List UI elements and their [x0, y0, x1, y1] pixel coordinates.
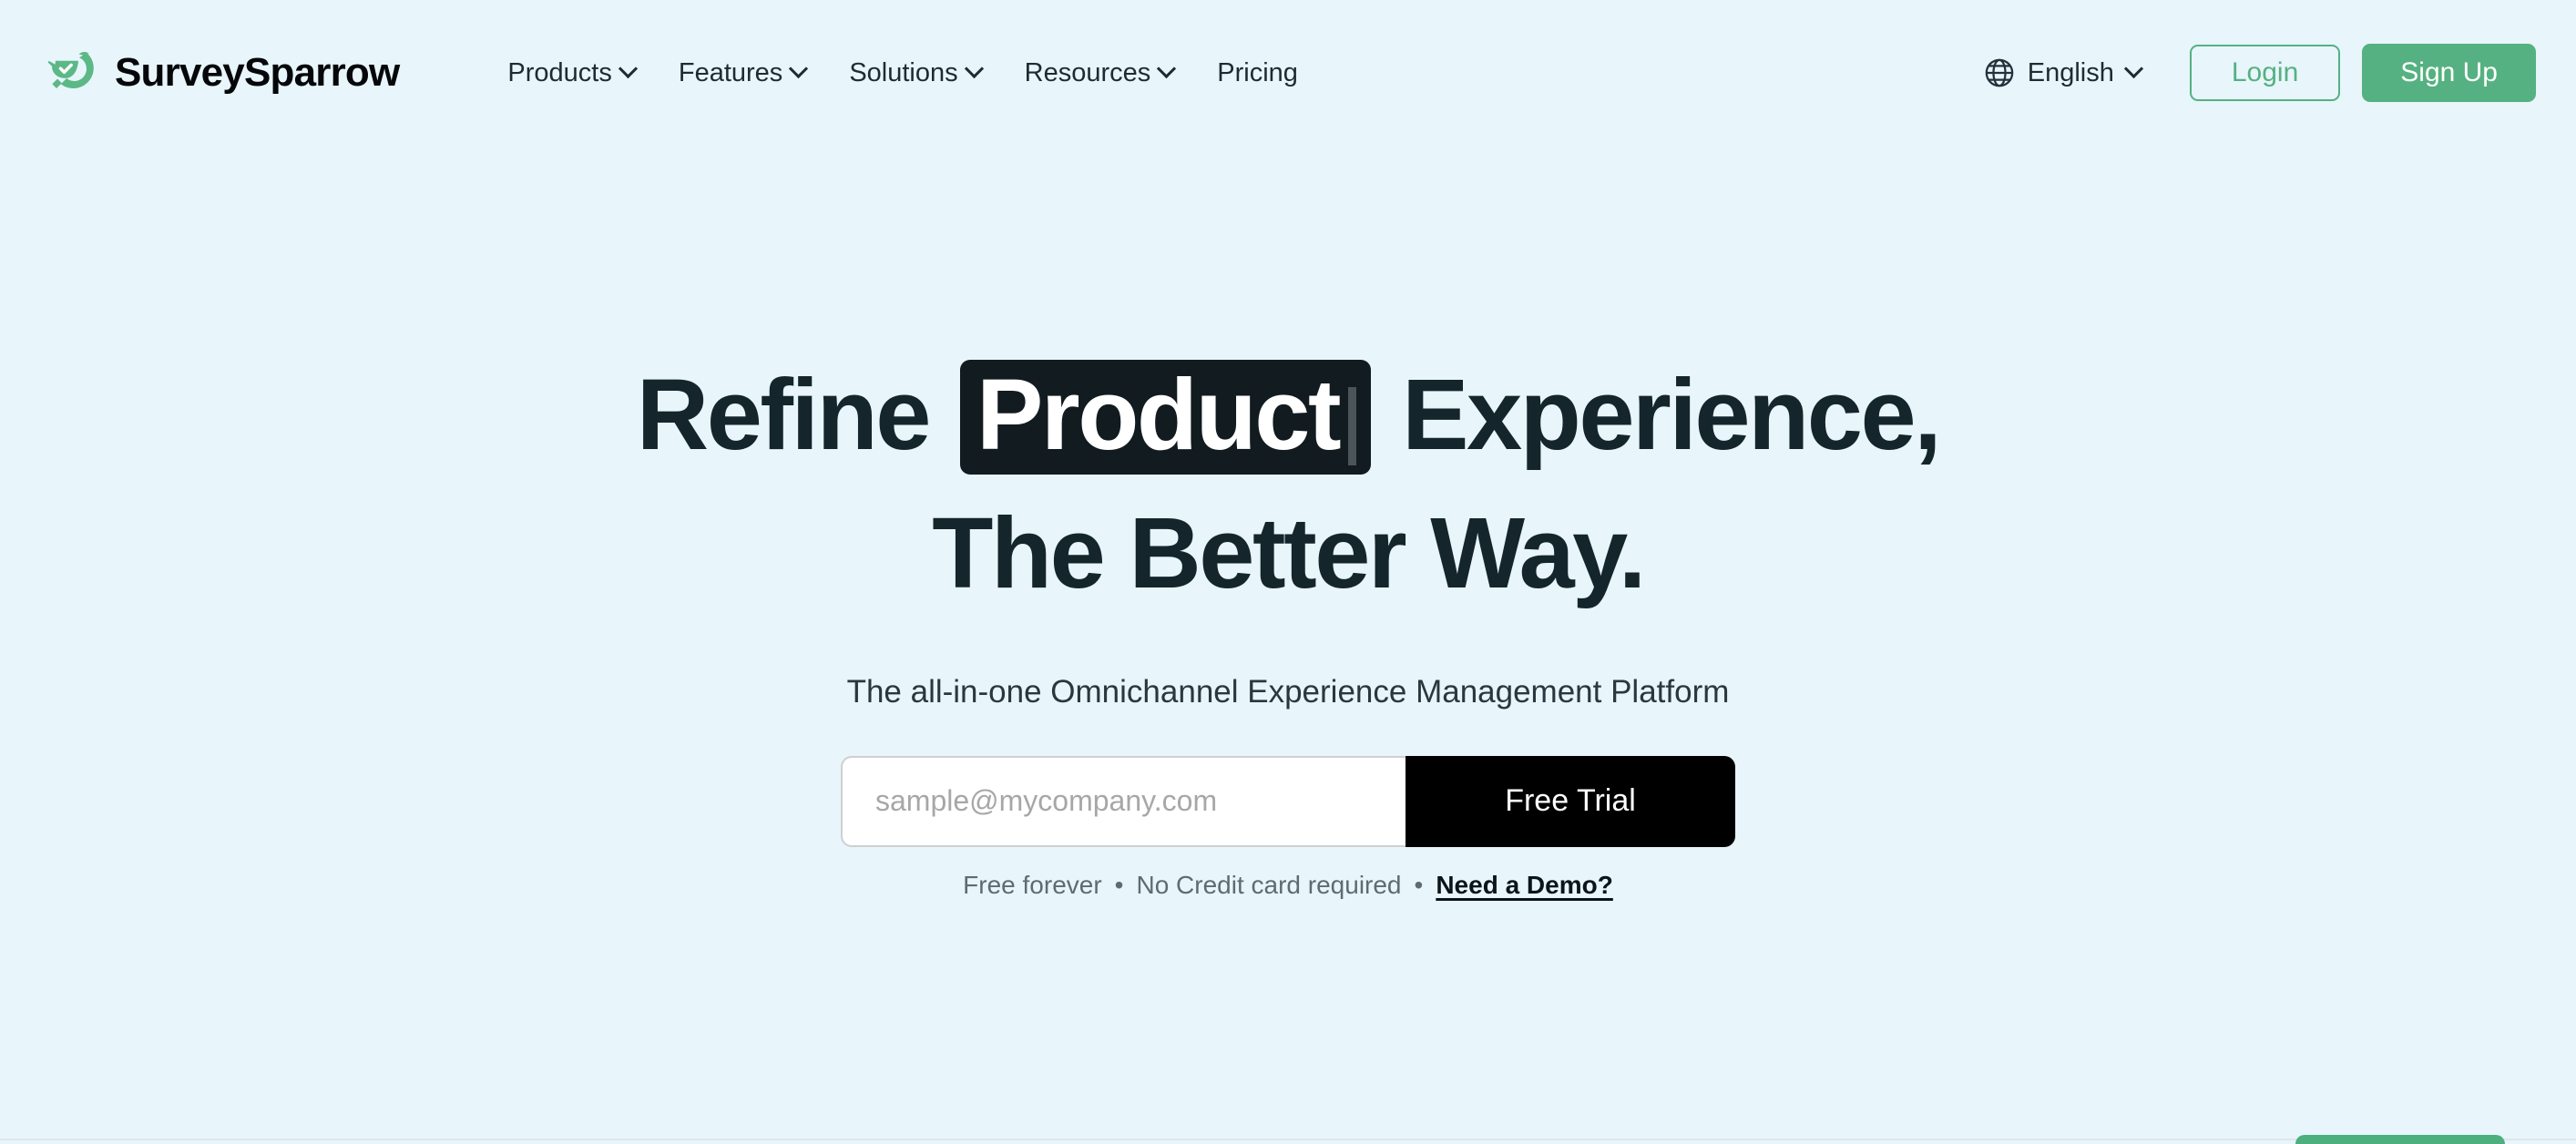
- email-field[interactable]: [841, 755, 1406, 847]
- typing-caret-icon: [1348, 387, 1357, 465]
- nav-item-label: Products: [507, 57, 612, 87]
- login-button[interactable]: Login: [2189, 45, 2341, 101]
- globe-icon: [1984, 57, 2015, 88]
- hero-subtitle: The all-in-one Omnichannel Experience Ma…: [846, 673, 1730, 710]
- chevron-down-icon: [1157, 58, 1177, 78]
- chevron-down-icon: [789, 58, 809, 78]
- language-selector[interactable]: English: [1966, 48, 2159, 97]
- language-label: English: [2027, 57, 2114, 87]
- main-navigation: Products Features Solutions Resources Pr…: [486, 49, 1320, 97]
- free-trial-form: Free Trial: [841, 755, 1735, 847]
- brand-logo-link[interactable]: SurveySparrow: [40, 43, 400, 103]
- chevron-down-icon: [2123, 58, 2143, 78]
- chevron-down-icon: [618, 58, 638, 78]
- note-no-credit-card: No Credit card required: [1136, 870, 1402, 899]
- page-bottom-divider: [0, 1139, 2576, 1140]
- form-note: Free forever • No Credit card required •…: [0, 871, 2576, 900]
- hero-section: Refine Product Experience, The Better Wa…: [0, 146, 2576, 900]
- note-free-forever: Free forever: [963, 870, 1102, 899]
- page-title: Refine Product Experience, The Better Wa…: [377, 346, 2199, 623]
- note-separator-icon: •: [1114, 870, 1124, 899]
- nav-item-label: Pricing: [1217, 57, 1298, 87]
- nav-item-label: Resources: [1024, 57, 1151, 87]
- headline-line-1: Refine Product Experience,: [377, 346, 2199, 485]
- nav-item-resources[interactable]: Resources: [1003, 49, 1196, 97]
- need-a-demo-link[interactable]: Need a Demo?: [1436, 871, 1613, 900]
- nav-item-products[interactable]: Products: [486, 49, 656, 97]
- nav-item-features[interactable]: Features: [657, 49, 827, 97]
- chevron-down-icon: [964, 58, 984, 78]
- brand-name: SurveySparrow: [115, 50, 400, 95]
- note-separator-icon: •: [1414, 870, 1424, 899]
- surveysparrow-bird-logo-icon: [40, 43, 100, 103]
- chat-launcher-button[interactable]: [2295, 1135, 2505, 1144]
- headline-highlight-word: Product: [960, 359, 1372, 475]
- nav-item-pricing[interactable]: Pricing: [1195, 49, 1320, 97]
- free-trial-button[interactable]: Free Trial: [1406, 755, 1735, 847]
- headline-prefix: Refine: [636, 359, 932, 471]
- nav-item-solutions[interactable]: Solutions: [827, 49, 1002, 97]
- headline-highlight-text: Product: [976, 359, 1342, 471]
- nav-item-label: Solutions: [849, 57, 958, 87]
- signup-button[interactable]: Sign Up: [2362, 44, 2536, 102]
- site-header: SurveySparrow Products Features Solution…: [0, 0, 2576, 146]
- headline-suffix: Experience,: [1402, 359, 1942, 471]
- headline-line-2: The Better Way.: [932, 496, 1646, 609]
- nav-item-label: Features: [678, 57, 783, 87]
- header-actions: English Login Sign Up: [1966, 44, 2536, 102]
